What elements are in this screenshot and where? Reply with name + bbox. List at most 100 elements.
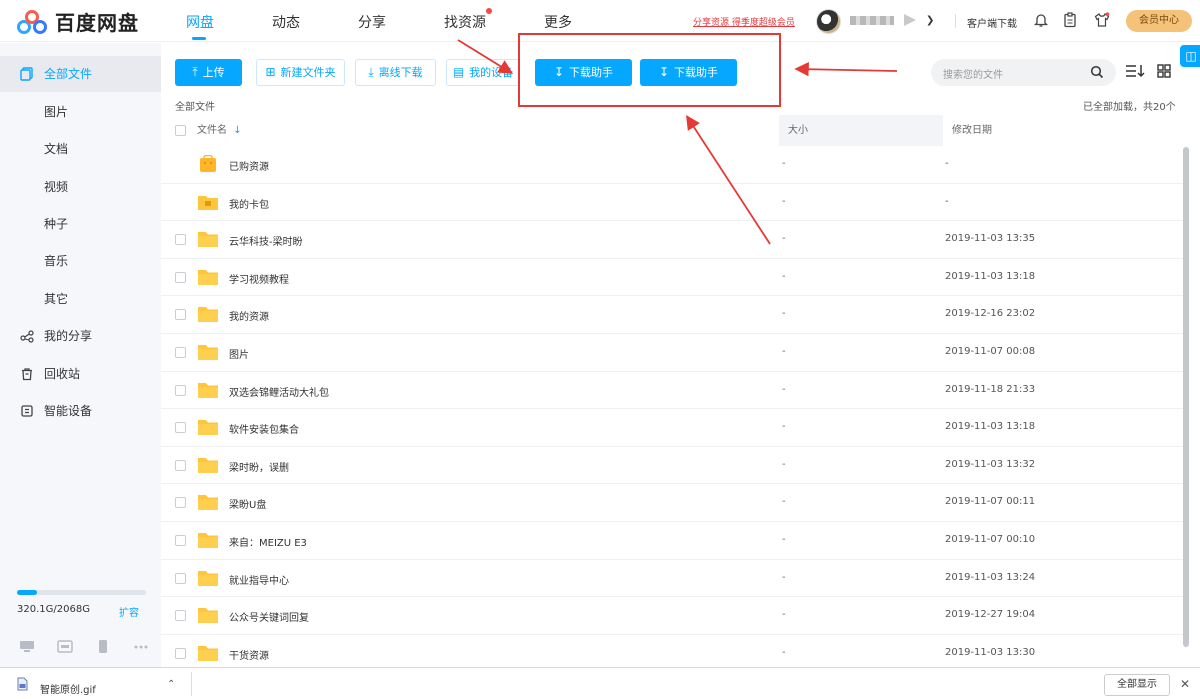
phone-icon[interactable] — [95, 640, 111, 653]
tab-find-resources[interactable]: 找资源 — [444, 0, 492, 42]
column-header-date[interactable]: 修改日期 — [952, 115, 992, 146]
column-header-name[interactable]: 文件名 ↓ — [197, 115, 242, 146]
sidebar-item-torrents[interactable]: 种子 — [0, 206, 161, 242]
tablet-icon[interactable] — [57, 640, 73, 653]
file-name[interactable]: 公众号关键词回复 — [229, 609, 309, 624]
tab-activity[interactable]: 动态 — [272, 0, 300, 42]
logo[interactable]: 百度网盘 — [17, 7, 139, 36]
client-download-link[interactable]: 客户端下载 — [967, 15, 1017, 30]
row-checkbox[interactable] — [175, 309, 186, 321]
file-modified-date: 2019-11-03 13:24 — [945, 571, 1036, 583]
table-header: 文件名 ↓ 大小 修改日期 — [161, 115, 1185, 146]
table-row[interactable]: 双选会锦鲤活动大礼包 - 2019-11-18 21:33 — [161, 372, 1185, 410]
floating-tool-icon[interactable]: ◫ — [1180, 45, 1200, 67]
sidebar-item-documents[interactable]: 文档 — [0, 131, 161, 167]
folder-icon — [198, 570, 218, 586]
row-checkbox[interactable] — [175, 271, 186, 283]
table-row[interactable]: 梁时盼，误删 - 2019-11-03 13:32 — [161, 447, 1185, 485]
file-size: - — [782, 421, 786, 433]
expand-storage-link[interactable]: 扩容 — [119, 604, 139, 619]
new-folder-button[interactable]: ⊞ 新建文件夹 — [256, 59, 345, 86]
annotation-highlight-box — [518, 33, 781, 107]
bell-icon[interactable] — [1033, 12, 1049, 28]
folder-icon — [198, 232, 218, 248]
select-all-checkbox[interactable] — [175, 125, 186, 136]
file-name[interactable]: 已购资源 — [229, 158, 269, 173]
vip-center-button[interactable]: 会员中心 — [1126, 10, 1192, 32]
row-checkbox[interactable] — [175, 572, 186, 584]
row-checkbox[interactable] — [175, 534, 186, 546]
sidebar-item-recycle-bin[interactable]: 回收站 — [0, 356, 161, 392]
row-checkbox[interactable] — [175, 610, 186, 622]
sidebar-item-other[interactable]: 其它 — [0, 281, 161, 317]
file-name[interactable]: 干货资源 — [229, 647, 269, 662]
load-status: 已全部加载，共20个 — [1083, 102, 1176, 113]
sort-icon[interactable] — [1125, 63, 1145, 79]
scrollbar[interactable] — [1183, 147, 1189, 647]
tab-share[interactable]: 分享 — [358, 0, 386, 42]
table-row[interactable]: 云华科技-梁时盼 - 2019-11-03 13:35 — [161, 221, 1185, 259]
file-name[interactable]: 图片 — [229, 346, 249, 361]
file-name[interactable]: 来自：MEIZU E3 — [229, 534, 307, 549]
sidebar-item-my-shares[interactable]: 我的分享 — [0, 318, 161, 354]
table-row[interactable]: 软件安装包集合 - 2019-11-03 13:18 — [161, 409, 1185, 447]
row-checkbox[interactable] — [175, 459, 186, 471]
sidebar-item-videos[interactable]: 视频 — [0, 169, 161, 205]
close-icon[interactable]: ✕ — [1180, 677, 1190, 691]
row-checkbox[interactable] — [175, 234, 186, 246]
file-name[interactable]: 梁盼U盘 — [229, 496, 266, 511]
table-row[interactable]: 公众号关键词回复 - 2019-12-27 19:04 — [161, 597, 1185, 635]
file-name[interactable]: 我的资源 — [229, 308, 269, 323]
row-checkbox[interactable] — [175, 384, 186, 396]
file-name[interactable]: 学习视频教程 — [229, 271, 289, 286]
download-icon: ⤓ — [368, 65, 374, 79]
table-row[interactable]: 我的资源 - 2019-12-16 23:02 — [161, 296, 1185, 334]
sidebar-item-images[interactable]: 图片 — [0, 94, 161, 130]
file-name[interactable]: 就业指导中心 — [229, 572, 289, 587]
file-name[interactable]: 云华科技-梁时盼 — [229, 233, 303, 248]
tab-netdisk[interactable]: 网盘 — [186, 0, 214, 42]
breadcrumb[interactable]: 全部文件 — [175, 98, 215, 113]
download-file-name[interactable]: 智能原创.gif — [40, 681, 96, 696]
sidebar-item-label: 其它 — [44, 292, 69, 306]
table-row[interactable]: 已购资源 - - — [161, 146, 1185, 184]
search-input[interactable]: 搜索您的文件 — [943, 66, 1003, 81]
file-name[interactable]: 软件安装包集合 — [229, 421, 299, 436]
tab-find-resources-label: 找资源 — [444, 15, 486, 31]
table-row[interactable]: 来自：MEIZU E3 - 2019-11-07 00:10 — [161, 522, 1185, 560]
file-size: - — [782, 609, 786, 621]
table-row[interactable]: 图片 - 2019-11-07 00:08 — [161, 334, 1185, 372]
column-header-size[interactable]: 大小 — [788, 115, 808, 146]
file-name[interactable]: 我的卡包 — [229, 196, 269, 211]
sidebar-item-all-files[interactable]: 全部文件 — [0, 56, 161, 92]
pc-icon[interactable] — [19, 640, 35, 653]
grid-view-icon[interactable] — [1157, 64, 1171, 78]
sidebar-item-music[interactable]: 音乐 — [0, 243, 161, 279]
sidebar-item-smart-devices[interactable]: 智能设备 — [0, 393, 161, 429]
row-checkbox[interactable] — [175, 422, 186, 434]
more-dots-icon[interactable] — [133, 640, 149, 653]
chevron-down-icon[interactable]: ❯ — [926, 15, 934, 26]
upload-button[interactable]: ⤒ 上传 — [175, 59, 242, 86]
clipboard-icon[interactable] — [1062, 12, 1078, 28]
row-checkbox[interactable] — [175, 497, 186, 509]
skin-shirt-icon[interactable] — [1094, 12, 1110, 28]
table-row[interactable]: 就业指导中心 - 2019-11-03 13:24 — [161, 560, 1185, 598]
username[interactable] — [850, 16, 894, 25]
file-list: 已购资源 - - 我的卡包 - - 云华科技-梁时盼 - 2019-11-03 13:35 学习视… — [161, 146, 1185, 673]
promo-link[interactable]: 分享资源 得季度超级会员 — [693, 15, 795, 28]
file-name[interactable]: 双选会锦鲤活动大礼包 — [229, 384, 329, 399]
table-row[interactable]: 学习视频教程 - 2019-11-03 13:18 — [161, 259, 1185, 297]
my-devices-button[interactable]: ▤ 我的设备 — [446, 59, 520, 86]
row-checkbox[interactable] — [175, 647, 186, 659]
table-row[interactable]: 梁盼U盘 - 2019-11-07 00:11 — [161, 484, 1185, 522]
search-icon[interactable] — [1090, 65, 1104, 79]
chevron-up-icon[interactable]: ⌃ — [167, 679, 175, 690]
avatar[interactable] — [816, 9, 841, 34]
show-all-button[interactable]: 全部显示 — [1104, 674, 1170, 696]
search-box[interactable]: 搜索您的文件 — [931, 59, 1116, 86]
row-checkbox[interactable] — [175, 346, 186, 358]
table-row[interactable]: 我的卡包 - - — [161, 184, 1185, 222]
offline-download-button[interactable]: ⤓ 离线下载 — [355, 59, 436, 86]
file-name[interactable]: 梁时盼，误删 — [229, 459, 289, 474]
